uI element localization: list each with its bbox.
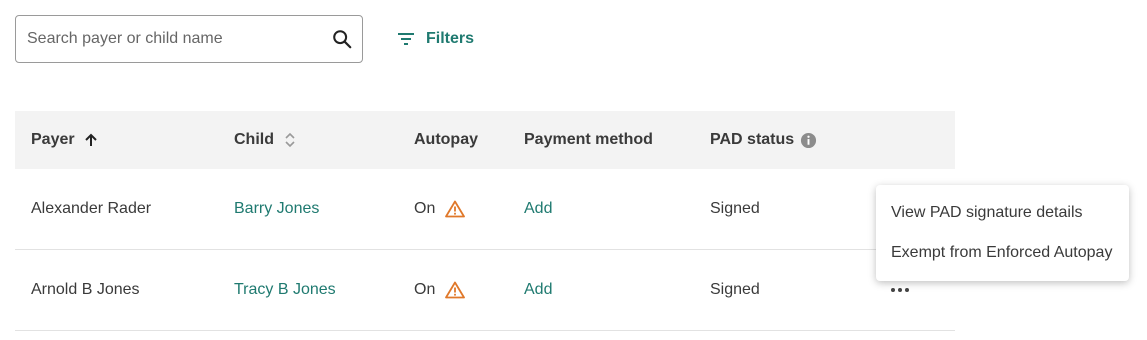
payer-name: Arnold B Jones [31,281,140,298]
table-header: Payer Child Autopay Payment method PAD s… [15,111,955,169]
child-name-link[interactable]: Tracy B Jones [234,250,336,330]
column-label: Child [234,131,274,148]
info-icon[interactable] [800,132,817,149]
add-payment-method-link[interactable]: Add [524,169,552,249]
autopay-status: On [414,169,466,249]
search-input[interactable] [27,16,327,62]
autopay-status: On [414,250,466,330]
table-row: Arnold B Jones Tracy B Jones On Add Sign… [15,250,955,331]
pad-status-value: Signed [710,281,760,298]
column-label: PAD status [710,131,795,148]
column-header-autopay: Autopay [414,111,478,169]
autopay-value: On [414,200,436,217]
row-actions-menu: View PAD signature details Exempt from E… [876,185,1129,281]
warning-icon[interactable] [445,200,466,218]
column-header-child[interactable]: Child [234,111,298,169]
menu-item-exempt-autopay[interactable]: Exempt from Enforced Autopay [876,233,1129,273]
filter-lines-icon [398,33,414,45]
column-header-payer[interactable]: Payer [31,111,99,169]
column-label: Payer [31,131,75,148]
filters-button[interactable]: Filters [396,27,474,51]
more-actions-icon[interactable] [888,278,912,302]
filters-label: Filters [426,30,475,47]
add-payment-method-link[interactable]: Add [524,250,552,330]
column-label: Autopay [414,131,478,148]
child-name-link[interactable]: Barry Jones [234,169,319,249]
warning-icon[interactable] [445,281,466,299]
sort-unsorted-icon[interactable] [282,130,298,150]
pad-status-value: Signed [710,200,760,217]
sort-ascending-icon[interactable] [83,132,99,148]
table-row: Alexander Rader Barry Jones On Add Signe… [15,169,955,250]
payers-table: Payer Child Autopay Payment method PAD s… [15,111,955,331]
column-header-payment-method: Payment method [524,111,653,169]
column-header-pad-status: PAD status [710,111,817,169]
payer-name: Alexander Rader [31,200,152,217]
search-box[interactable] [15,15,363,63]
autopay-value: On [414,281,436,298]
menu-item-view-pad-signature[interactable]: View PAD signature details [876,193,1129,233]
column-label: Payment method [524,131,653,148]
search-icon[interactable] [331,28,353,50]
